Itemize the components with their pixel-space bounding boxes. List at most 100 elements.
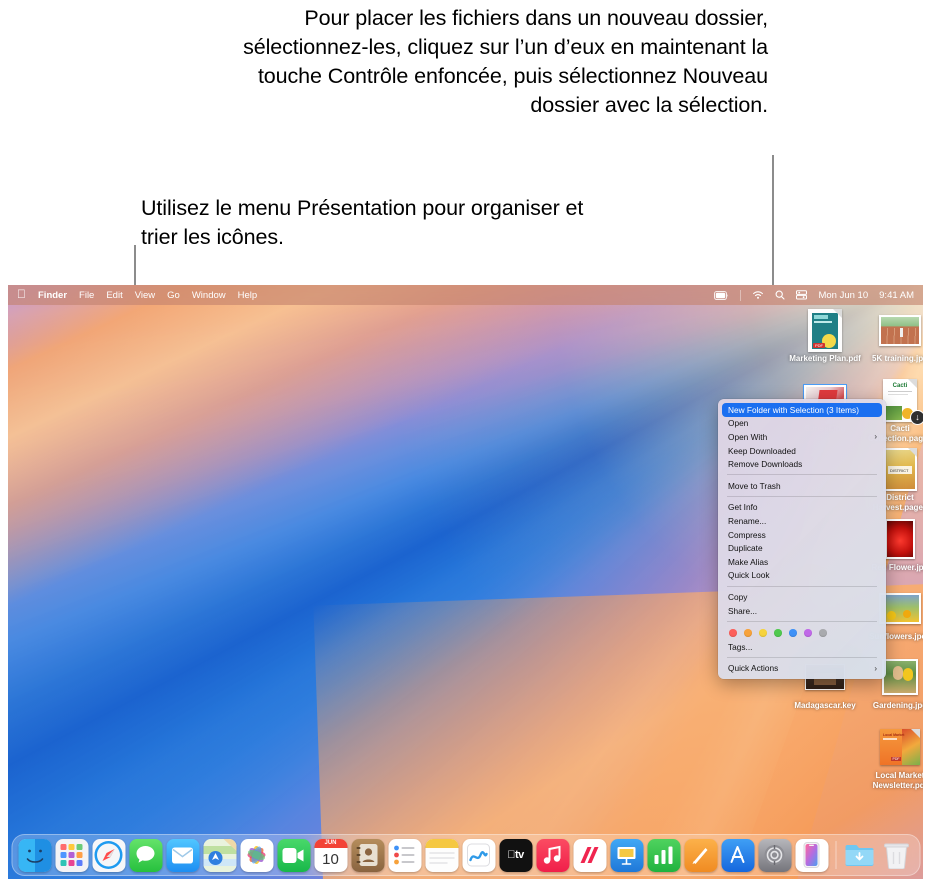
menu-edit[interactable]: Edit	[106, 290, 122, 301]
calendar-month: JUN	[314, 838, 347, 848]
tag-color-dot-4[interactable]	[789, 629, 797, 637]
menu-item-copy[interactable]: Copy	[718, 590, 886, 604]
menu-file[interactable]: File	[79, 290, 94, 301]
dock-item-photos[interactable]	[240, 838, 273, 872]
dock-item-system-settings[interactable]	[758, 838, 791, 872]
menu-item-new-folder-with-selection[interactable]: New Folder with Selection (3 Items)	[722, 403, 882, 417]
desktop-icon-label: 5K training.jpg	[872, 354, 923, 363]
dock-item-iphone-mirroring[interactable]	[795, 838, 828, 872]
desktop-icon-label: Gardening.jpg	[872, 701, 923, 710]
menu-finder[interactable]: Finder	[38, 290, 67, 301]
dock-item-notes[interactable]	[425, 838, 458, 872]
battery-icon[interactable]	[714, 290, 729, 300]
menu-item-label: Get Info	[728, 502, 758, 513]
dock-item-finder[interactable]	[18, 838, 51, 872]
menu-separator	[727, 656, 877, 658]
dock-item-keynote[interactable]	[610, 838, 643, 872]
dock-item-safari[interactable]	[92, 838, 125, 872]
menu-item-label: New Folder with Selection (3 Items)	[728, 404, 859, 415]
menu-window[interactable]: Window	[192, 290, 226, 301]
photo-icon	[878, 308, 922, 352]
download-badge-icon: ↓	[910, 410, 923, 425]
dock-item-launchpad[interactable]	[55, 838, 88, 872]
menu-item-label: Quick Look	[728, 570, 770, 581]
menu-item-share[interactable]: Share...	[718, 604, 886, 618]
menu-item-label: Compress	[728, 529, 766, 540]
dock-item-trash[interactable]	[880, 839, 913, 872]
dock-item-calendar[interactable]: JUN 10	[314, 838, 347, 872]
dock[interactable]: JUN 10 tv	[11, 834, 920, 876]
chevron-right-icon: ›	[874, 432, 877, 442]
menu-item-label: Duplicate	[728, 543, 763, 554]
dock-item-downloads-folder[interactable]	[843, 839, 876, 872]
dock-item-maps[interactable]	[203, 838, 236, 872]
menu-item-quick-actions[interactable]: Quick Actions ›	[718, 661, 886, 675]
desktop-icon-local-market-newsletter[interactable]: Local Market PDF Local Market Newsletter…	[861, 725, 923, 790]
menu-go[interactable]: Go	[167, 290, 180, 301]
menu-item-rename[interactable]: Rename...	[718, 514, 886, 528]
menu-item-label: Make Alias	[728, 556, 769, 567]
pdf-icon: Local Market PDF	[878, 725, 922, 769]
menu-item-quick-look[interactable]: Quick Look	[718, 569, 886, 583]
menu-item-compress[interactable]: Compress	[718, 528, 886, 542]
dock-item-appstore[interactable]	[721, 838, 754, 872]
desktop-icon-5k-training[interactable]: 5K training.jpg	[861, 308, 923, 364]
apple-menu-icon[interactable]: 	[17, 288, 26, 300]
menu-item-open[interactable]: Open	[718, 417, 886, 431]
tag-color-row[interactable]	[718, 625, 886, 640]
control-center-icon[interactable]	[796, 290, 808, 300]
dock-item-contacts[interactable]	[351, 838, 384, 872]
callout-new-folder-text: Pour placer les fichiers dans un nouveau…	[243, 6, 768, 117]
tag-color-dot-2[interactable]	[759, 629, 767, 637]
desktop-icon-label: Madagascar.key	[794, 701, 856, 710]
pdf-icon: PDF	[803, 308, 847, 352]
search-icon[interactable]	[775, 290, 786, 300]
menu-item-tags[interactable]: Tags...	[718, 640, 886, 654]
menubar-divider	[740, 289, 742, 301]
menu-item-move-to-trash[interactable]: Move to Trash	[718, 479, 886, 493]
menu-help[interactable]: Help	[238, 290, 258, 301]
dock-item-messages[interactable]	[129, 838, 162, 872]
dock-item-facetime[interactable]	[277, 838, 310, 872]
menu-item-keep-downloaded[interactable]: Keep Downloaded	[718, 444, 886, 458]
desktop-icon-label: Marketing Plan.pdf	[789, 354, 861, 363]
menu-item-label: Share...	[728, 605, 758, 616]
desktop-screenshot:  Finder File Edit View Go Window Help	[8, 285, 923, 879]
menu-separator	[727, 620, 877, 622]
dock-item-reminders[interactable]	[388, 838, 421, 872]
dock-item-appletv[interactable]: tv	[499, 838, 532, 872]
menu-item-label: Copy	[728, 591, 748, 602]
menu-item-label: Open	[728, 418, 749, 429]
tag-color-dot-0[interactable]	[729, 629, 737, 637]
dock-item-music[interactable]	[536, 838, 569, 872]
tag-color-dot-6[interactable]	[819, 629, 827, 637]
dock-item-freeform[interactable]	[462, 838, 495, 872]
dock-item-numbers[interactable]	[647, 838, 680, 872]
menu-item-make-alias[interactable]: Make Alias	[718, 555, 886, 569]
menu-item-label: Move to Trash	[728, 480, 781, 491]
tag-color-dot-5[interactable]	[804, 629, 812, 637]
context-menu[interactable]: New Folder with Selection (3 Items) Open…	[718, 399, 886, 679]
dock-separator	[835, 841, 836, 869]
dock-item-mail[interactable]	[166, 838, 199, 872]
dock-item-news[interactable]	[573, 838, 606, 872]
menu-separator	[727, 496, 877, 498]
menu-item-duplicate[interactable]: Duplicate	[718, 541, 886, 555]
menu-item-remove-downloads[interactable]: Remove Downloads	[718, 457, 886, 471]
dock-item-pages[interactable]	[684, 838, 717, 872]
desktop-icon-marketing-plan[interactable]: PDF Marketing Plan.pdf	[786, 308, 864, 364]
chevron-right-icon: ›	[874, 663, 877, 673]
wifi-icon[interactable]	[752, 290, 764, 300]
menu-item-label: Keep Downloaded	[728, 445, 796, 456]
tag-color-dot-3[interactable]	[774, 629, 782, 637]
menu-item-label: Quick Actions	[728, 663, 779, 674]
menubar-date[interactable]: Mon Jun 10	[818, 290, 868, 301]
menu-item-label: Remove Downloads	[728, 459, 803, 470]
tag-color-dot-1[interactable]	[744, 629, 752, 637]
menu-item-label: Rename...	[728, 515, 767, 526]
menubar-time[interactable]: 9:41 AM	[879, 290, 914, 301]
menu-view[interactable]: View	[135, 290, 155, 301]
menu-item-get-info[interactable]: Get Info	[718, 501, 886, 515]
menu-item-open-with[interactable]: Open With ›	[718, 430, 886, 444]
page-root: Pour placer les fichiers dans un nouveau…	[0, 0, 931, 886]
